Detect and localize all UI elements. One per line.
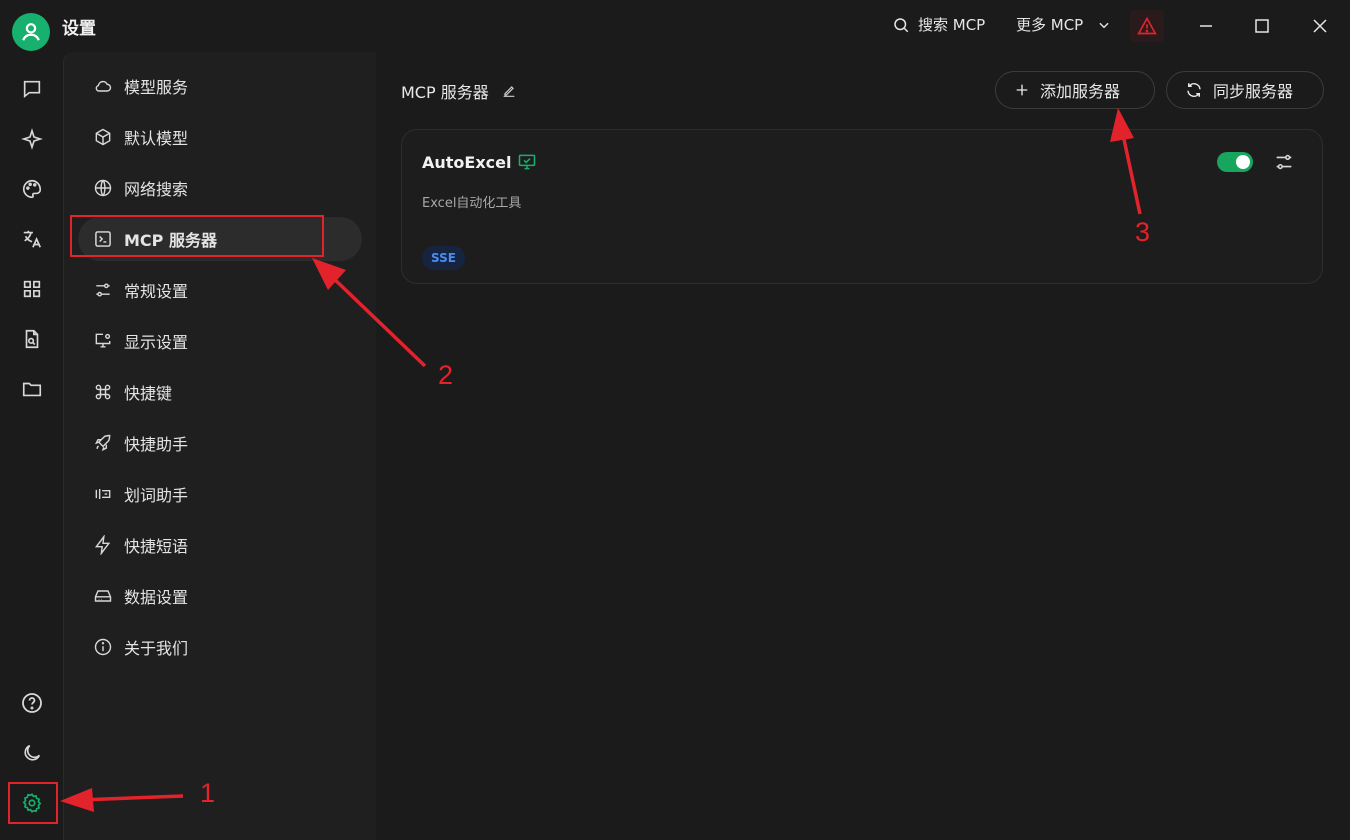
chevron-down-icon <box>1099 22 1109 28</box>
sidebar-item-display-settings[interactable]: 显示设置 <box>78 319 362 363</box>
help-icon[interactable] <box>19 690 45 716</box>
sliders-icon <box>92 279 114 301</box>
sync-servers-button[interactable]: 同步服务器 <box>1166 71 1324 109</box>
more-mcp-label: 更多 MCP <box>1016 16 1084 34</box>
chat-icon[interactable] <box>19 76 45 102</box>
sidebar-item-label: 快捷助手 <box>124 435 189 454</box>
sync-servers-label: 同步服务器 <box>1213 82 1294 101</box>
section-header: MCP 服务器 <box>401 79 517 103</box>
server-description: Excel自动化工具 <box>422 196 522 211</box>
server-settings-button[interactable] <box>1273 151 1295 173</box>
globe-icon <box>92 177 114 199</box>
sidebar-item-label: 模型服务 <box>124 78 189 97</box>
sidebar-item-label: 常规设置 <box>124 282 189 301</box>
highlight-box-mcp <box>70 215 324 257</box>
sidebar-item-model-service[interactable]: 模型服务 <box>78 64 362 108</box>
annotation-number-3: 3 <box>1135 217 1151 247</box>
hard-drive-icon <box>92 585 114 607</box>
sidebar-item-label: 数据设置 <box>124 588 189 607</box>
sidebar-item-default-model[interactable]: 默认模型 <box>78 115 362 159</box>
monitor-check-icon <box>519 154 536 170</box>
maximize-button[interactable] <box>1244 10 1280 42</box>
file-search-icon[interactable] <box>19 326 45 352</box>
icon-rail <box>0 52 63 840</box>
search-icon <box>894 17 909 32</box>
text-select-icon <box>92 483 114 505</box>
annotation-number-2: 2 <box>438 360 454 390</box>
server-type-badge: SSE <box>422 246 465 270</box>
add-server-button[interactable]: 添加服务器 <box>995 71 1155 109</box>
window-title: 设置 <box>62 19 96 39</box>
folder-icon[interactable] <box>19 376 45 402</box>
sidebar-item-quick-phrases[interactable]: 快捷短语 <box>78 523 362 567</box>
sidebar-item-label: 显示设置 <box>124 333 189 352</box>
plus-icon <box>1016 84 1028 96</box>
info-icon <box>92 636 114 658</box>
palette-icon[interactable] <box>19 176 45 202</box>
sidebar-item-label: 默认模型 <box>124 129 189 148</box>
main-panel: MCP 服务器 添加服务器 同步服务器 AutoExcel Excel自动化工具… <box>376 52 1350 840</box>
minimize-icon <box>1200 25 1212 27</box>
maximize-icon <box>1255 19 1269 33</box>
server-name-row: AutoExcel <box>422 152 537 172</box>
sidebar-item-label: 关于我们 <box>124 639 189 658</box>
sidebar-item-web-search[interactable]: 网络搜索 <box>78 166 362 210</box>
sparkle-icon[interactable] <box>19 126 45 152</box>
sidebar-item-about[interactable]: 关于我们 <box>78 625 362 669</box>
close-icon <box>1313 19 1327 33</box>
sidebar-item-quick-assistant[interactable]: 快捷助手 <box>78 421 362 465</box>
cube-icon <box>92 126 114 148</box>
user-icon <box>22 23 40 41</box>
sidebar-item-label: 划词助手 <box>124 486 189 505</box>
more-mcp-dropdown[interactable]: 更多 MCP <box>1016 14 1111 35</box>
settings-sidebar: 模型服务 默认模型 网络搜索 MCP 服务器 常规设置 显示设置 快捷键 快捷助… <box>63 52 377 840</box>
translate-icon[interactable] <box>19 226 45 252</box>
mcp-server-card[interactable]: AutoExcel Excel自动化工具 SSE <box>401 129 1323 284</box>
warning-icon <box>1137 16 1157 35</box>
monitor-gear-icon <box>92 330 114 352</box>
edit-icon[interactable] <box>501 83 517 99</box>
rocket-icon <box>92 432 114 454</box>
highlight-box-settings <box>8 782 58 824</box>
title-bar: 设置 搜索 MCP 更多 MCP <box>0 0 1350 52</box>
sidebar-item-data-settings[interactable]: 数据设置 <box>78 574 362 618</box>
sidebar-item-selection-assistant[interactable]: 划词助手 <box>78 472 362 516</box>
sidebar-item-label: 快捷短语 <box>124 537 189 556</box>
search-mcp-label: 搜索 MCP <box>918 16 986 34</box>
cloud-icon <box>92 75 114 97</box>
close-button[interactable] <box>1302 10 1338 42</box>
sidebar-item-label: 网络搜索 <box>124 180 189 199</box>
server-name: AutoExcel <box>422 152 512 172</box>
server-enabled-toggle[interactable] <box>1217 152 1253 172</box>
annotation-number-1: 1 <box>200 778 216 808</box>
avatar[interactable] <box>12 13 50 51</box>
sliders-icon <box>1276 154 1292 170</box>
moon-icon[interactable] <box>19 740 45 766</box>
warning-button[interactable] <box>1130 10 1164 42</box>
sidebar-item-label: 快捷键 <box>124 384 173 403</box>
page-title: MCP 服务器 <box>401 83 489 102</box>
toggle-knob <box>1236 155 1250 169</box>
sidebar-item-shortcuts[interactable]: 快捷键 <box>78 370 362 414</box>
add-server-label: 添加服务器 <box>1040 82 1121 101</box>
zap-icon <box>92 534 114 556</box>
minimize-button[interactable] <box>1188 10 1224 42</box>
command-icon <box>92 381 114 403</box>
refresh-icon <box>1187 82 1201 98</box>
apps-grid-icon[interactable] <box>19 276 45 302</box>
search-mcp-button[interactable]: 搜索 MCP <box>892 14 985 35</box>
sidebar-item-general-settings[interactable]: 常规设置 <box>78 268 362 312</box>
